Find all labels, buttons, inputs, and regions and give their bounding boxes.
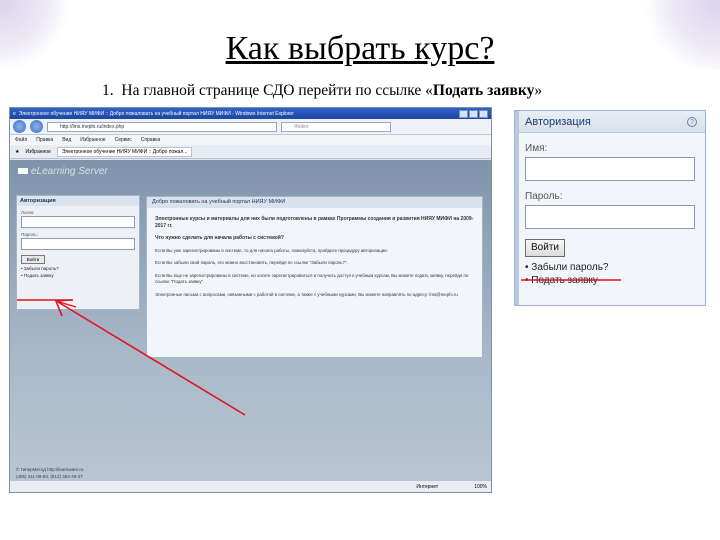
close-icon[interactable]	[479, 109, 488, 118]
help-icon[interactable]: ?	[687, 116, 697, 127]
welcome-heading: Электронные курсы и материалы для них бы…	[155, 216, 474, 229]
browser-screenshot: e Электронное обучение НИЯУ МИФИ :: Добр…	[9, 107, 492, 493]
login-input[interactable]	[21, 216, 135, 228]
step-number: 1.	[102, 82, 114, 99]
favorites-button[interactable]: Избранное	[25, 149, 50, 155]
address-bar-row: http://lms.mephi.ru/index.php Яndex	[10, 119, 491, 135]
step-text-bold: Подать заявку	[432, 82, 535, 99]
welcome-title: Добро пожаловать на учебный портал НИЯУ …	[147, 197, 482, 208]
page-footer: © ГиперМетод http://learnware.ru (495) 4…	[16, 466, 83, 480]
inset-forgot-password-link[interactable]: • Забыли пароль?	[515, 262, 705, 274]
tab-bar: ★ Избранное Электронное обучение НИЯУ МИ…	[10, 145, 491, 159]
ie-icon: e	[13, 110, 16, 117]
auth-panel-title: Авторизация	[17, 196, 139, 206]
browser-titlebar: e Электронное обучение НИЯУ МИФИ :: Добр…	[10, 108, 491, 119]
inset-password-label: Пароль:	[525, 191, 563, 202]
menu-item-view[interactable]: Вид	[62, 137, 71, 143]
inset-login-button[interactable]: Войти	[525, 239, 565, 257]
status-bar: Интернет 100%	[10, 480, 491, 492]
auth-panel: Авторизация Логин: Пароль: Войти • Забыл…	[16, 195, 140, 310]
welcome-question: Что нужно сделать для начала работы с си…	[155, 235, 284, 241]
step-text-prefix: На главной странице СДО перейти по ссылк…	[121, 82, 433, 99]
minimize-icon[interactable]	[459, 109, 468, 118]
address-input[interactable]: http://lms.mephi.ru/index.php	[47, 121, 277, 132]
inset-login-input[interactable]	[525, 157, 695, 181]
welcome-para-3: Если Вы еще не зарегистрированы в систем…	[155, 272, 469, 285]
inset-left-edge	[515, 111, 519, 305]
login-button[interactable]: Войти	[21, 255, 45, 264]
forgot-password-link[interactable]: • Забыли пароль?	[17, 266, 139, 271]
window-controls	[459, 109, 488, 118]
login-label: Логин:	[21, 210, 35, 215]
tab-current[interactable]: Электронное обучение НИЯУ МИФИ :: Добро …	[56, 146, 193, 157]
inset-password-input[interactable]	[525, 205, 695, 229]
maximize-icon[interactable]	[469, 109, 478, 118]
graduation-cap-icon	[18, 168, 28, 174]
page-content: eLearning Server Авторизация Логин: Паро…	[10, 160, 491, 480]
search-input[interactable]: Яndex	[281, 121, 391, 132]
footer-phones: (495) 411-09-53, (812) 363-49-27	[16, 474, 83, 479]
window-title: Электронное обучение НИЯУ МИФИ :: Добро …	[18, 110, 294, 117]
forward-icon[interactable]	[30, 120, 43, 133]
welcome-para-4: Электронные письма с вопросами, связанны…	[155, 291, 458, 297]
step-instruction: 1. На главной странице СДО перейти по сс…	[102, 82, 542, 100]
menu-item-favorites[interactable]: Избранное	[80, 137, 105, 143]
star-icon[interactable]: ★	[15, 149, 19, 155]
menu-bar: Файл Правка Вид Избранное Сервис Справка	[10, 135, 491, 145]
footer-copyright: © ГиперМетод http://learnware.ru	[16, 467, 84, 472]
welcome-para-2: Если Вы забыли свой пароль, его можно во…	[155, 260, 348, 265]
inset-auth-title: Авторизация ?	[515, 111, 705, 133]
auth-zoom-inset: Авторизация ? Имя: Пароль: Войти • Забыл…	[514, 110, 706, 306]
logo-text: eLearning Server	[31, 166, 108, 177]
status-zoom[interactable]: 100%	[474, 484, 487, 490]
password-label: Пароль:	[21, 232, 38, 237]
site-logo: eLearning Server	[18, 166, 108, 177]
back-icon[interactable]	[13, 120, 26, 133]
menu-item-tools[interactable]: Сервис	[115, 137, 132, 143]
inset-auth-title-text: Авторизация	[525, 115, 591, 128]
welcome-panel: Добро пожаловать на учебный портал НИЯУ …	[146, 196, 483, 358]
menu-item-file[interactable]: Файл	[15, 137, 27, 143]
welcome-para-1: Если Вы уже зарегистрированы в системе, …	[155, 247, 388, 253]
apply-link[interactable]: • Подать заявку	[17, 273, 139, 278]
inset-login-label: Имя:	[525, 143, 548, 154]
menu-item-help[interactable]: Справка	[141, 137, 161, 143]
slide-title: Как выбрать курс?	[225, 30, 495, 67]
step-text-suffix: »	[534, 82, 543, 99]
inset-apply-link[interactable]: • Подать заявку	[515, 275, 705, 287]
password-input[interactable]	[21, 238, 135, 250]
welcome-body: Электронные курсы и материалы для них бы…	[147, 208, 482, 298]
menu-item-edit[interactable]: Правка	[36, 137, 53, 143]
status-zone: Интернет	[416, 483, 439, 490]
